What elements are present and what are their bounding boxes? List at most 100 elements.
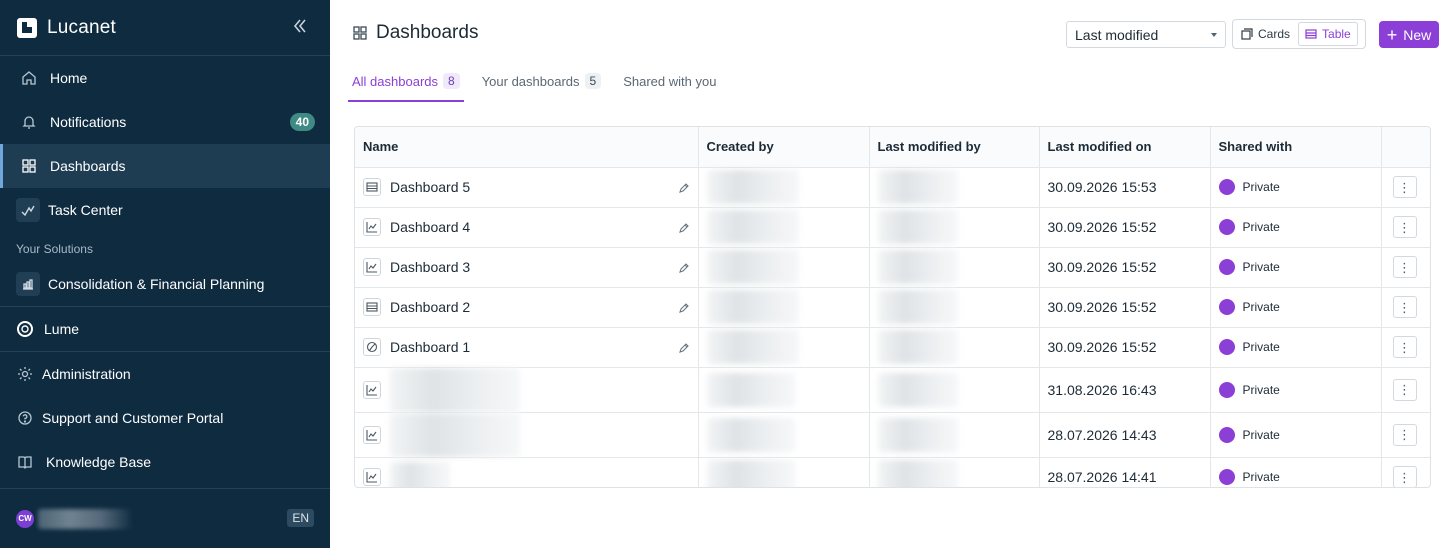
table-row[interactable]: Dashboard 2 30.09.2026 15:52 Private ⋮ — [355, 287, 1430, 328]
cell-shared-with: Private — [1210, 287, 1382, 328]
cell-name[interactable] — [355, 457, 699, 487]
brand-name: Lucanet — [47, 16, 117, 38]
cell-last-modified-on: 30.09.2026 15:52 — [1039, 207, 1211, 248]
more-actions-button[interactable]: ⋮ — [1392, 256, 1417, 278]
sort-select[interactable]: Last modified — [1066, 21, 1226, 48]
cards-icon — [1241, 28, 1253, 40]
cell-shared-with: Private — [1210, 167, 1382, 208]
sidebar-item-knowledge-base[interactable]: Knowledge Base — [0, 440, 330, 484]
cell-created-by — [698, 327, 870, 368]
modified-by-redacted — [877, 170, 958, 204]
sidebar-item-home[interactable]: Home — [0, 56, 330, 100]
table-row[interactable]: 28.07.2026 14:41 Private ⋮ — [355, 457, 1430, 487]
more-actions-button[interactable]: ⋮ — [1392, 216, 1417, 238]
language-switch[interactable]: EN — [287, 509, 314, 527]
sidebar-item-consolidation[interactable]: Consolidation & Financial Planning — [0, 262, 330, 306]
column-header-last-modified-by[interactable]: Last modified by — [869, 127, 1040, 168]
table-row[interactable]: Dashboard 4 30.09.2026 15:52 Private ⋮ — [355, 207, 1430, 248]
created-by-redacted — [706, 417, 795, 452]
tab-label: Your dashboards — [481, 74, 580, 89]
private-status-dot — [1218, 299, 1235, 315]
column-header-created-by[interactable]: Created by — [698, 127, 870, 168]
sort-selected-value: Last modified — [1075, 26, 1159, 43]
table-view-button[interactable]: Table — [1298, 22, 1358, 46]
cell-name[interactable]: Dashboard 2 — [355, 287, 699, 328]
tab-count: 8 — [443, 73, 460, 89]
more-actions-button[interactable]: ⋮ — [1392, 378, 1417, 401]
edit-icon[interactable] — [678, 262, 690, 274]
pie-icon — [363, 338, 381, 356]
book-icon — [16, 453, 34, 471]
sidebar-item-lume[interactable]: Lume — [0, 307, 330, 351]
page-title: Dashboards — [376, 22, 479, 43]
cell-name[interactable] — [355, 367, 699, 413]
cell-actions: ⋮ — [1381, 367, 1430, 413]
private-status-dot — [1218, 426, 1235, 443]
cell-created-by — [698, 247, 870, 288]
cell-name[interactable]: Dashboard 5 — [355, 167, 699, 208]
more-actions-button[interactable]: ⋮ — [1392, 466, 1417, 487]
cards-view-button[interactable]: Cards — [1235, 22, 1296, 46]
cell-created-by — [698, 207, 870, 248]
cell-name[interactable] — [355, 412, 699, 458]
tab-all-dashboards[interactable]: All dashboards 8 — [348, 70, 464, 102]
table-row[interactable]: Dashboard 1 30.09.2026 15:52 Private ⋮ — [355, 327, 1430, 368]
more-actions-button[interactable]: ⋮ — [1392, 296, 1417, 318]
cell-name[interactable]: Dashboard 3 — [355, 247, 699, 288]
new-dashboard-button[interactable]: + New — [1379, 21, 1439, 48]
cell-name[interactable]: Dashboard 1 — [355, 327, 699, 368]
column-header-shared-with[interactable]: Shared with — [1210, 127, 1382, 168]
line-chart-icon — [363, 218, 381, 236]
table-icon — [1305, 29, 1317, 39]
shared-label: Private — [1242, 470, 1280, 485]
tab-count: 5 — [584, 73, 602, 89]
cell-last-modified-on: 30.09.2026 15:52 — [1039, 327, 1211, 368]
table-row[interactable]: 31.08.2026 16:43 Private ⋮ — [355, 367, 1430, 413]
sidebar-item-administration[interactable]: Administration — [0, 352, 330, 396]
user-name-redacted — [38, 508, 133, 529]
created-by-redacted — [706, 250, 799, 284]
table-row[interactable]: Dashboard 3 30.09.2026 15:52 Private ⋮ — [355, 247, 1430, 288]
help-circle-icon — [16, 409, 34, 427]
table-row[interactable]: 28.07.2026 14:43 Private ⋮ — [355, 412, 1430, 458]
more-actions-button[interactable]: ⋮ — [1392, 176, 1417, 198]
new-label: New — [1403, 26, 1432, 43]
more-actions-button[interactable]: ⋮ — [1392, 336, 1417, 358]
ring-icon — [16, 320, 34, 338]
cell-name[interactable]: Dashboard 4 — [355, 207, 699, 248]
brand[interactable]: Lucanet — [0, 0, 330, 56]
cell-actions: ⋮ — [1381, 457, 1430, 487]
avatar[interactable]: CW — [16, 509, 34, 528]
more-actions-button[interactable]: ⋮ — [1392, 423, 1417, 446]
table-row[interactable]: Dashboard 5 30.09.2026 15:53 Private ⋮ — [355, 167, 1430, 208]
column-header-last-modified-on[interactable]: Last modified on — [1039, 127, 1211, 168]
dashboard-name-redacted — [390, 412, 520, 457]
column-header-name[interactable]: Name — [355, 127, 699, 168]
collapse-sidebar-icon[interactable] — [290, 16, 310, 36]
created-by-redacted — [706, 290, 799, 324]
shared-label: Private — [1242, 180, 1280, 194]
edit-icon[interactable] — [678, 302, 690, 314]
tab-your-dashboards[interactable]: Your dashboards 5 — [478, 70, 606, 102]
created-by-redacted — [706, 170, 799, 204]
cell-created-by — [698, 167, 870, 208]
sidebar-item-task-center[interactable]: Task Center — [0, 188, 330, 232]
sidebar-item-dashboards[interactable]: Dashboards — [0, 144, 330, 188]
tab-shared-with-you[interactable]: Shared with you — [619, 70, 720, 102]
cell-last-modified-on: 28.07.2026 14:41 — [1039, 457, 1211, 487]
sidebar-item-label: Consolidation & Financial Planning — [48, 276, 265, 292]
modified-by-redacted — [877, 250, 958, 284]
main-content: Dashboards Last modified Cards Table + N… — [330, 0, 1455, 548]
gear-icon — [16, 365, 34, 383]
sidebar-item-label: Knowledge Base — [46, 454, 152, 470]
sidebar-item-notifications[interactable]: Notifications 40 — [0, 100, 330, 144]
modified-by-redacted — [877, 290, 958, 324]
edit-icon[interactable] — [678, 222, 690, 234]
edit-icon[interactable] — [678, 342, 690, 354]
view-toggle: Cards Table — [1232, 19, 1366, 49]
tab-label: Shared with you — [623, 74, 717, 89]
sidebar-item-support[interactable]: Support and Customer Portal — [0, 396, 330, 440]
dashboard-name: Dashboard 2 — [390, 299, 471, 315]
sidebar: Lucanet Home Notifications 40 Dashboards — [0, 0, 330, 548]
edit-icon[interactable] — [678, 182, 690, 194]
